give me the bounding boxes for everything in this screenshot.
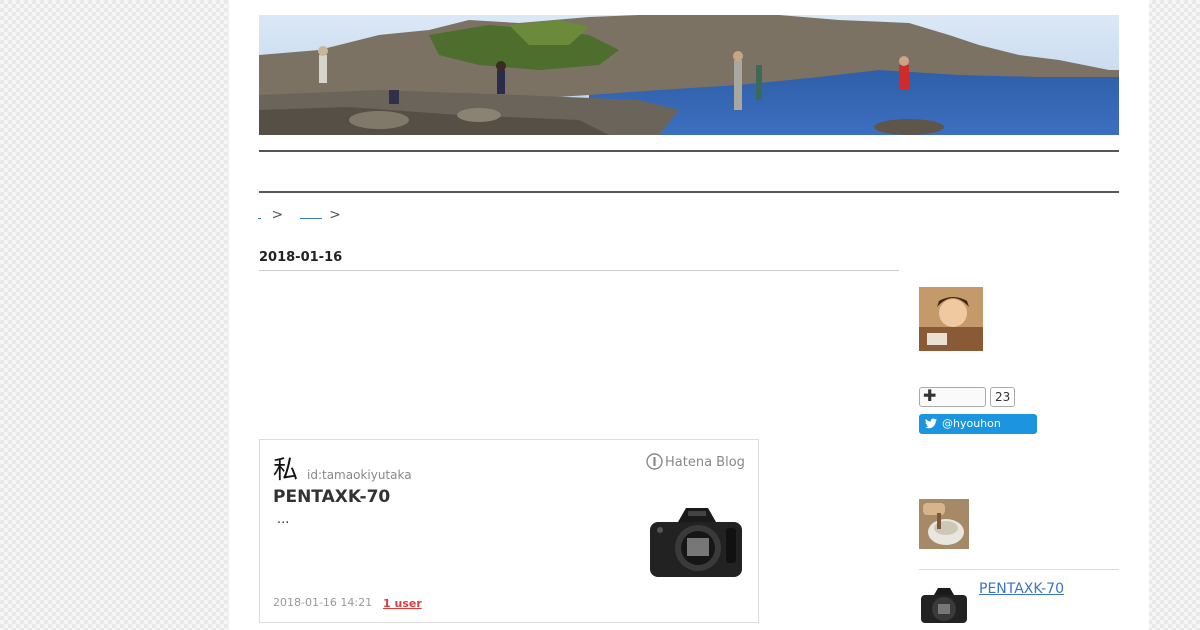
breadcrumb-separator: > — [271, 207, 284, 223]
sidebar-entry-thumbnail[interactable] — [919, 499, 969, 553]
blog-embed-card[interactable]: 私 id:tamaokiyutaka Hatena Blog PENTAXK-7… — [259, 439, 759, 623]
sidebar-entry-link[interactable]: PENTAXK-70 — [979, 581, 1100, 597]
follow-button[interactable]: ✚ — [919, 386, 986, 407]
cooking-photo — [919, 499, 969, 549]
card-title-link[interactable]: PENTAXK-70 — [273, 487, 390, 507]
entry-date: 2018-01-16 — [259, 250, 899, 271]
twitter-follow-button[interactable]: @hyouhon — [919, 414, 1037, 434]
entry-body-link[interactable] — [259, 367, 261, 380]
camera-icon — [921, 588, 967, 623]
entry-body-link[interactable] — [259, 326, 272, 339]
sidebar-entry-thumbnail[interactable] — [919, 585, 969, 629]
twitter-bird-icon — [925, 418, 937, 429]
card-author-id[interactable]: id:tamaokiyutaka — [307, 468, 412, 482]
breadcrumb-separator: > — [329, 207, 341, 223]
hatena-blog-logo[interactable]: Hatena Blog — [646, 453, 745, 470]
seaside-rocks-photo — [259, 15, 1119, 135]
plus-icon: ✚ — [923, 386, 937, 405]
breadcrumb-home-link[interactable] — [258, 207, 261, 219]
header-banner-photo[interactable] — [259, 15, 1119, 135]
hatena-blog-icon — [646, 453, 663, 470]
header-rule-top — [259, 150, 1119, 152]
twitter-handle: @hyouhon — [942, 417, 1001, 430]
card-timestamp: 2018-01-16 14:21 — [273, 596, 373, 609]
breadcrumb: > > — [258, 207, 341, 223]
profile-photo — [919, 287, 983, 351]
profile-avatar[interactable] — [919, 287, 983, 355]
sidebar-divider — [919, 569, 1119, 570]
card-excerpt: ... — [277, 512, 290, 527]
card-author-name[interactable]: 私 — [273, 450, 298, 486]
breadcrumb-category-link[interactable] — [299, 207, 322, 219]
card-thumbnail[interactable] — [648, 500, 744, 584]
card-bookmark-count-link[interactable]: 1 user — [383, 597, 422, 610]
camera-icon — [650, 508, 742, 577]
follower-count: 23 — [990, 387, 1016, 407]
page: > > 2018-01-16 私 id:tamaokiyutaka Hatena… — [229, 0, 1149, 630]
hatena-blog-label: Hatena Blog — [665, 455, 745, 470]
header-rule-bottom — [259, 191, 1119, 193]
